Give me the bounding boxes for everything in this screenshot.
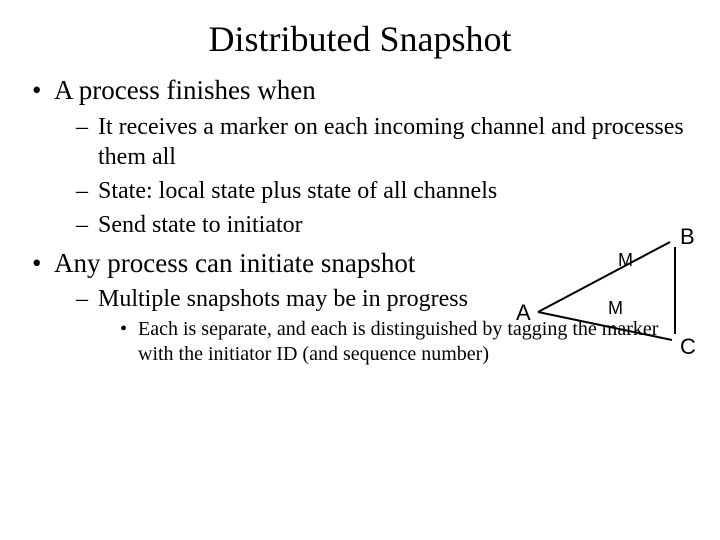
edge-a-c <box>538 312 672 340</box>
bullet-2-text: Any process can initiate snapshot <box>54 248 415 278</box>
sub-1-1: It receives a marker on each incoming ch… <box>76 112 692 173</box>
node-b-label: B <box>680 224 695 249</box>
edge-a-b <box>538 242 670 312</box>
bullet-1-text: A process finishes when <box>54 75 316 105</box>
slide: Distributed Snapshot A process finishes … <box>0 0 720 540</box>
slide-title: Distributed Snapshot <box>28 18 692 60</box>
node-c-label: C <box>680 334 696 359</box>
snapshot-diagram: M M A B C <box>510 222 700 362</box>
sub-1-2: State: local state plus state of all cha… <box>76 176 692 207</box>
bullet-1: A process finishes when It receives a ma… <box>28 74 692 241</box>
edge-a-c-label: M <box>608 298 623 318</box>
node-a-label: A <box>516 300 531 325</box>
edge-a-b-label: M <box>618 250 633 270</box>
sub-2-1-text: Multiple snapshots may be in progress <box>98 286 468 312</box>
